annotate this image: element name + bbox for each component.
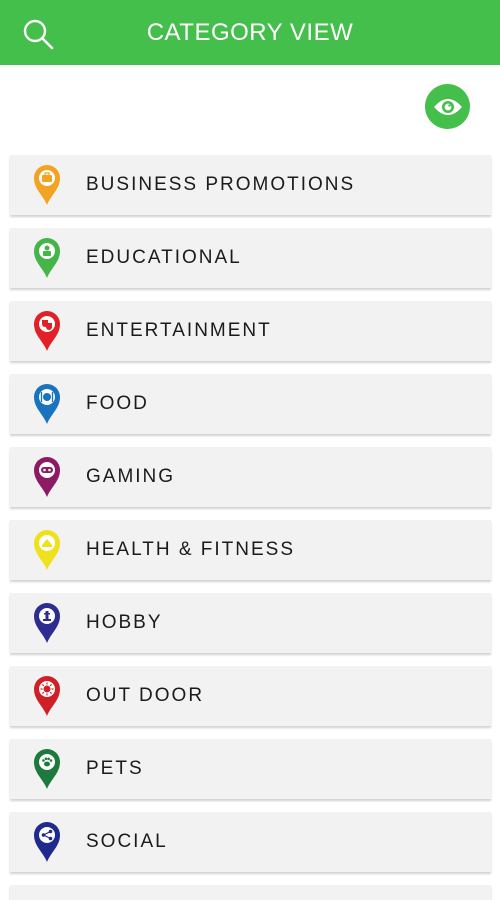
search-button[interactable] [20,16,56,52]
sun-pin-icon [32,675,62,717]
view-toggle-button[interactable] [425,84,470,129]
category-label: EDUCATIONAL [86,247,242,268]
category-label: PETS [86,758,144,779]
category-item[interactable]: BUSINESS PROMOTIONS [10,155,491,215]
category-item[interactable]: ENTERTAINMENT [10,301,491,361]
category-item[interactable]: SOCIAL [10,812,491,872]
health-pin-icon [32,529,62,571]
category-view-screen: CATEGORY VIEW BUSINESS PROMOTIONS EDUCATI… [0,0,500,900]
teacher-pin-icon [32,237,62,279]
category-label: SOCIAL [86,831,168,852]
theater-masks-pin-icon [32,310,62,352]
category-item[interactable]: PETS [10,739,491,799]
category-item[interactable]: FOOD [10,374,491,434]
share-pin-icon [32,821,62,863]
category-label: FOOD [86,393,149,414]
game-mask-pin-icon [32,456,62,498]
category-item[interactable]: OUT DOOR [10,666,491,726]
category-label: HOBBY [86,612,163,633]
category-item[interactable]: GAMING [10,447,491,507]
page-title: CATEGORY VIEW [146,18,354,46]
category-item[interactable]: HEALTH & FITNESS [10,520,491,580]
category-item[interactable]: EDUCATIONAL [10,228,491,288]
category-label: BUSINESS PROMOTIONS [86,174,356,195]
category-label: GAMING [86,466,176,487]
chess-piece-pin-icon [32,602,62,644]
category-list: BUSINESS PROMOTIONS EDUCATIONAL ENTERTAINM… [10,155,491,900]
category-item-partial[interactable] [10,885,491,900]
category-label: HEALTH & FITNESS [86,539,296,560]
plate-cutlery-pin-icon [32,383,62,425]
briefcase-pin-icon [32,164,62,206]
search-icon [23,19,54,50]
category-item[interactable]: HOBBY [10,593,491,653]
category-label: ENTERTAINMENT [86,320,272,341]
eye-icon [433,98,462,115]
top-app-bar: CATEGORY VIEW [0,0,500,65]
paw-pin-icon [32,748,62,790]
category-label: OUT DOOR [86,685,205,706]
